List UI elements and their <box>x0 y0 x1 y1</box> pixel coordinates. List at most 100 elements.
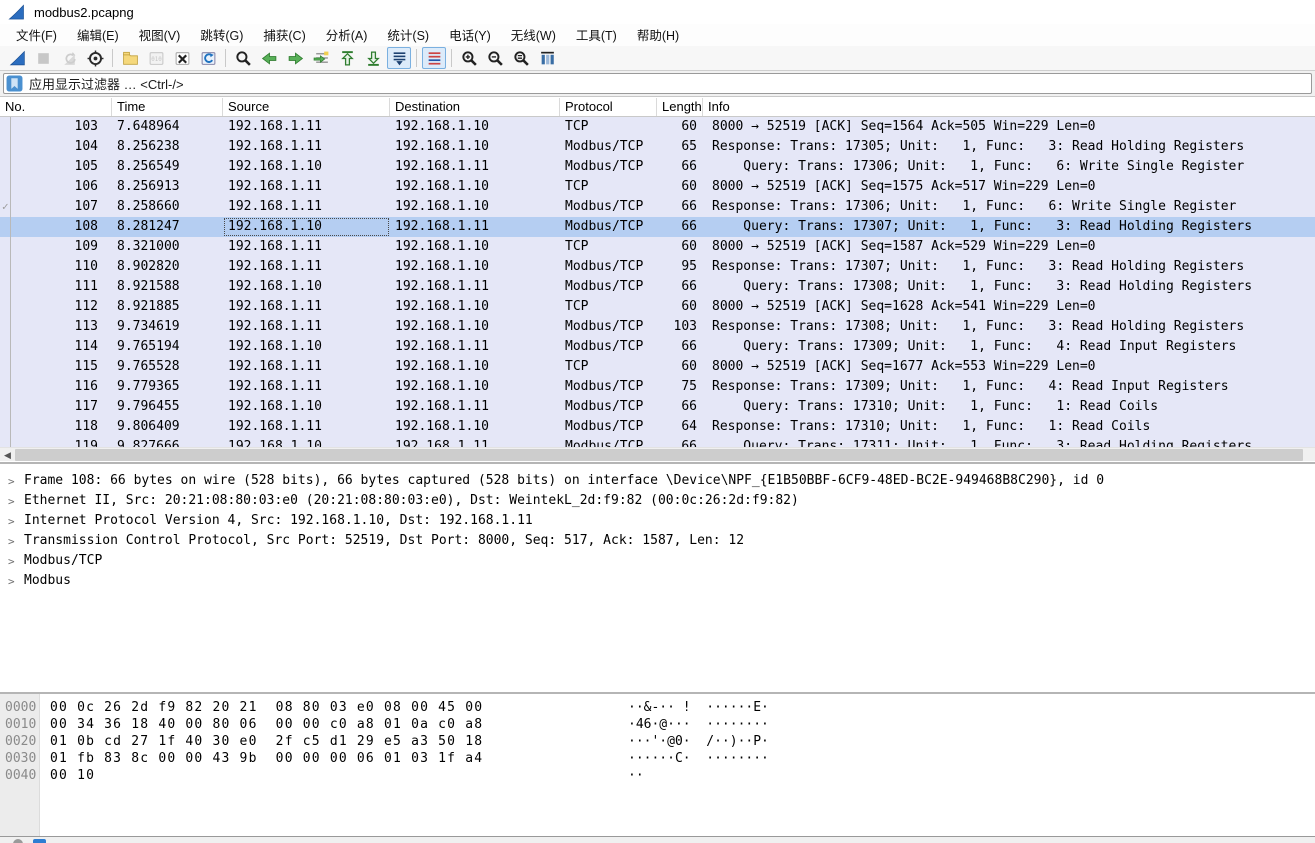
detail-line-ethernet[interactable]: > Ethernet II, Src: 20:21:08:80:03:e0 (20… <box>0 492 1315 512</box>
menu-item-wireless[interactable]: 无线(W) <box>501 23 566 47</box>
column-header-protocol[interactable]: Protocol <box>560 98 657 116</box>
capture-file-icon[interactable] <box>33 839 46 843</box>
menu-item-view[interactable]: 视图(V) <box>129 23 191 47</box>
col-info: 8000 → 52519 [ACK] Seq=1587 Ack=529 Win=… <box>703 237 1315 257</box>
menu-item-analyze[interactable]: 分析(A) <box>316 23 378 47</box>
col-time: 9.765528 <box>112 357 223 377</box>
menu-item-file[interactable]: 文件(F) <box>6 23 67 47</box>
packet-row-110[interactable]: 1108.902820192.168.1.11192.168.1.10Modbu… <box>0 257 1315 277</box>
packet-details-pane: >Frame 108: 66 bytes on wire (528 bits),… <box>0 462 1315 692</box>
hex-row-0020[interactable]: 002001 0b cd 27 1f 40 30 e0 2f c5 d1 29 … <box>0 734 1315 751</box>
col-destination: 192.168.1.11 <box>390 437 560 447</box>
expand-chevron-icon[interactable]: > <box>8 575 15 588</box>
packet-row-108[interactable]: 1088.281247192.168.1.10192.168.1.11Modbu… <box>0 217 1315 237</box>
reload-file-icon[interactable] <box>196 47 220 69</box>
menu-item-edit[interactable]: 编辑(E) <box>67 23 129 47</box>
hex-ascii: ···'·@0· /··)··P· <box>628 734 769 749</box>
hex-row-0010[interactable]: 001000 34 36 18 40 00 80 06 00 00 c0 a8 … <box>0 717 1315 734</box>
col-source: 192.168.1.10 <box>223 437 390 447</box>
menu-item-telephony[interactable]: 电话(Y) <box>439 23 501 47</box>
detail-line-ip[interactable]: > Internet Protocol Version 4, Src: 192.1… <box>0 512 1315 532</box>
close-file-icon[interactable] <box>170 47 194 69</box>
open-file-icon[interactable] <box>118 47 142 69</box>
col-no: 108 <box>0 217 112 237</box>
col-no: 103 <box>0 117 112 137</box>
col-info: Query: Trans: 17309; Unit: 1, Func: 4: R… <box>703 337 1315 357</box>
start-capture-icon[interactable] <box>5 47 29 69</box>
hex-row-0040[interactable]: 004000 10·· <box>0 768 1315 785</box>
packet-row-117[interactable]: 1179.796455192.168.1.10192.168.1.11Modbu… <box>0 397 1315 417</box>
save-file-icon[interactable]: 010 <box>144 47 168 69</box>
menu-item-go[interactable]: 跳转(G) <box>190 23 253 47</box>
detail-line-tcp[interactable]: >Transmission Control Protocol, Src Port… <box>0 532 1315 552</box>
detail-line-frame[interactable]: >Frame 108: 66 bytes on wire (528 bits),… <box>0 472 1315 492</box>
col-time: 9.734619 <box>112 317 223 337</box>
packet-row-109[interactable]: 1098.321000192.168.1.11192.168.1.10TCP60… <box>0 237 1315 257</box>
menu-item-capture[interactable]: 捕获(C) <box>253 23 315 47</box>
col-time: 8.256549 <box>112 157 223 177</box>
display-filter-input[interactable]: 应用显示过滤器 … <Ctrl-/> <box>3 73 1312 94</box>
column-header-destination[interactable]: Destination <box>390 98 560 116</box>
packet-row-106[interactable]: 1068.256913192.168.1.11192.168.1.10TCP60… <box>0 177 1315 197</box>
hex-row-0000[interactable]: 000000 0c 26 2d f9 82 20 21 08 80 03 e0 … <box>0 700 1315 717</box>
menu-item-tools[interactable]: 工具(T) <box>566 23 627 47</box>
packet-row-103[interactable]: 1037.648964192.168.1.11192.168.1.10TCP60… <box>0 117 1315 137</box>
expand-chevron-icon[interactable]: > <box>8 495 15 508</box>
colorize-icon[interactable] <box>422 47 446 69</box>
packet-row-112[interactable]: 1128.921885192.168.1.11192.168.1.10TCP60… <box>0 297 1315 317</box>
filter-bookmark-icon[interactable] <box>6 75 23 92</box>
packet-row-107[interactable]: 1078.258660192.168.1.11192.168.1.10Modbu… <box>0 197 1315 217</box>
go-to-packet-icon[interactable] <box>309 47 333 69</box>
expand-chevron-icon[interactable]: > <box>8 475 15 488</box>
column-header-info[interactable]: Info <box>703 98 1315 116</box>
zoom-reset-icon[interactable] <box>509 47 533 69</box>
hex-row-0030[interactable]: 003001 fb 83 8c 00 00 43 9b 00 00 00 06 … <box>0 751 1315 768</box>
detail-text: Internet Protocol Version 4, Src: 192.16… <box>24 513 533 528</box>
find-packet-icon[interactable] <box>231 47 255 69</box>
hex-offset: 0030 <box>5 751 36 766</box>
expand-chevron-icon[interactable]: > <box>8 535 15 548</box>
col-source: 192.168.1.11 <box>223 237 390 257</box>
resize-columns-icon[interactable] <box>535 47 559 69</box>
go-to-top-icon[interactable] <box>335 47 359 69</box>
scroll-left-arrow-icon[interactable]: ◀ <box>0 448 15 462</box>
restart-capture-icon[interactable] <box>57 47 81 69</box>
packet-row-115[interactable]: 1159.765528192.168.1.11192.168.1.10TCP60… <box>0 357 1315 377</box>
menu-item-help[interactable]: 帮助(H) <box>627 23 689 47</box>
col-info: Response: Trans: 17305; Unit: 1, Func: 3… <box>703 137 1315 157</box>
column-header-time[interactable]: Time <box>112 98 223 116</box>
hscrollbar-thumb[interactable] <box>15 449 1303 461</box>
expand-chevron-icon[interactable]: > <box>8 555 15 568</box>
column-header-source[interactable]: Source <box>223 98 390 116</box>
packet-row-118[interactable]: 1189.806409192.168.1.11192.168.1.10Modbu… <box>0 417 1315 437</box>
detail-text: Ethernet II, Src: 20:21:08:80:03:e0 (20:… <box>24 493 799 508</box>
go-forward-icon[interactable] <box>283 47 307 69</box>
packet-row-114[interactable]: 1149.765194192.168.1.10192.168.1.11Modbu… <box>0 337 1315 357</box>
stop-capture-icon[interactable] <box>31 47 55 69</box>
go-back-icon[interactable] <box>257 47 281 69</box>
packet-row-116[interactable]: 1169.779365192.168.1.11192.168.1.10Modbu… <box>0 377 1315 397</box>
zoom-in-icon[interactable] <box>457 47 481 69</box>
column-header-length[interactable]: Length <box>657 98 703 116</box>
zoom-out-icon[interactable] <box>483 47 507 69</box>
packet-row-104[interactable]: 1048.256238192.168.1.11192.168.1.10Modbu… <box>0 137 1315 157</box>
go-to-bottom-icon[interactable] <box>361 47 385 69</box>
col-destination: 192.168.1.11 <box>390 397 560 417</box>
menu-item-statistics[interactable]: 统计(S) <box>377 23 439 47</box>
column-header-no[interactable]: No. <box>0 98 112 116</box>
packet-row-119[interactable]: 1199.827666192.168.1.10192.168.1.11Modbu… <box>0 437 1315 447</box>
packet-row-111[interactable]: 1118.921588192.168.1.10192.168.1.11Modbu… <box>0 277 1315 297</box>
detail-line-modbustcp[interactable]: >Modbus/TCP <box>0 552 1315 572</box>
packet-row-113[interactable]: 1139.734619192.168.1.11192.168.1.10Modbu… <box>0 317 1315 337</box>
col-time: 8.281247 <box>112 217 223 237</box>
expert-info-icon[interactable] <box>13 839 23 843</box>
detail-line-modbus[interactable]: >Modbus <box>0 572 1315 592</box>
packet-list-hscrollbar[interactable]: ◀ <box>0 447 1315 461</box>
col-info: 8000 → 52519 [ACK] Seq=1628 Ack=541 Win=… <box>703 297 1315 317</box>
packet-row-105[interactable]: 1058.256549192.168.1.10192.168.1.11Modbu… <box>0 157 1315 177</box>
col-info: 8000 → 52519 [ACK] Seq=1575 Ack=517 Win=… <box>703 177 1315 197</box>
capture-options-icon[interactable] <box>83 47 107 69</box>
col-info: Query: Trans: 17307; Unit: 1, Func: 3: R… <box>703 217 1315 237</box>
auto-scroll-icon[interactable] <box>387 47 411 69</box>
expand-chevron-icon[interactable]: > <box>8 515 15 528</box>
